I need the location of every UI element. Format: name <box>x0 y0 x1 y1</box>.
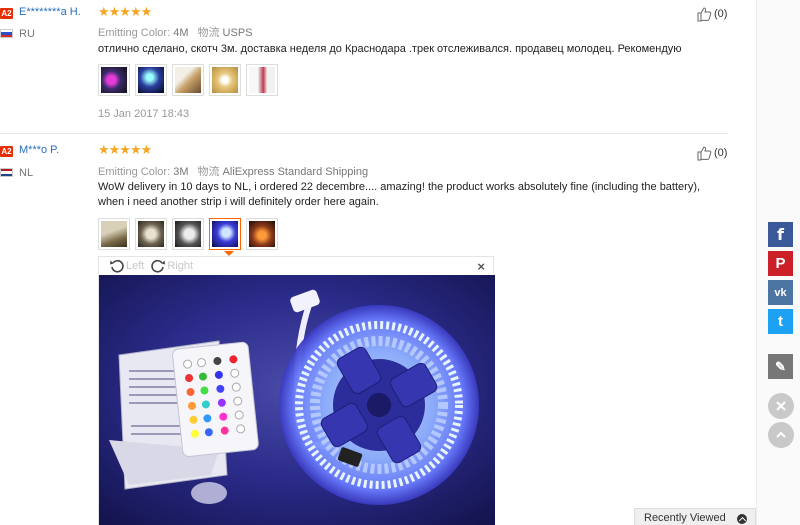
chevron-up-icon <box>737 514 747 524</box>
thumbs-up-icon <box>697 146 712 161</box>
review-photo-thumb[interactable] <box>246 218 278 250</box>
review-photos <box>98 64 278 96</box>
pinterest-icon: P <box>775 255 786 272</box>
back-to-top-button[interactable] <box>768 422 794 448</box>
review-photo-thumb-active[interactable] <box>209 218 241 250</box>
reviewer-country: NL <box>19 167 34 179</box>
review-photos <box>98 218 278 250</box>
review-photo-thumb[interactable] <box>98 218 130 250</box>
emitting-color-value: 3M <box>173 166 189 178</box>
review-meta: Emitting Color: 4M 物流 USPS <box>98 27 253 39</box>
viewer-close-button[interactable]: × <box>477 259 485 274</box>
review-photo-large <box>99 275 495 525</box>
review-photo-thumb[interactable] <box>98 64 130 96</box>
reviewer-country: RU <box>19 28 35 40</box>
vk-icon: vk <box>774 286 787 299</box>
star-rating: ★★★★★ <box>98 142 152 157</box>
review-photo-thumb[interactable] <box>172 218 204 250</box>
country-flag-icon <box>0 29 13 38</box>
helpful-button[interactable]: (0) <box>696 145 727 161</box>
facebook-icon: f <box>777 225 784 244</box>
close-icon <box>776 401 786 411</box>
share-toolbar: f P vk t ✎ <box>768 222 793 383</box>
close-float-button[interactable] <box>768 393 794 419</box>
shipping-method-value: USPS <box>222 27 253 39</box>
recently-viewed-label: Recently Viewed <box>644 512 726 524</box>
helpful-count: (0) <box>714 8 728 20</box>
helpful-count: (0) <box>714 147 728 159</box>
led-strip-photo <box>99 275 495 525</box>
review-text: отлично сделано, скотч 3м. доставка неде… <box>98 43 682 55</box>
rotate-left-button[interactable]: Left <box>109 258 144 274</box>
reviewer-name[interactable]: E********a H. <box>19 6 81 18</box>
rotate-left-icon <box>110 259 124 273</box>
facebook-share-button[interactable]: f <box>768 222 793 247</box>
review-date: 15 Jan 2017 18:43 <box>98 108 190 120</box>
recently-viewed-tab[interactable]: Recently Viewed <box>634 508 756 525</box>
shipping-method-value: AliExpress Standard Shipping <box>222 166 369 178</box>
chevron-up-icon <box>776 431 786 438</box>
country-flag-icon <box>0 168 13 177</box>
review-text: WoW delivery in 10 days to NL, i ordered… <box>98 181 701 208</box>
review-photo-thumb[interactable] <box>172 64 204 96</box>
rotate-right-label: Right <box>167 259 194 272</box>
buyer-level-badge: A2 <box>0 146 13 157</box>
pinterest-share-button[interactable]: P <box>768 251 793 276</box>
rotate-right-button[interactable]: Right <box>150 258 193 274</box>
review-photo-thumb[interactable] <box>135 218 167 250</box>
vk-share-button[interactable]: vk <box>768 280 793 305</box>
emitting-color-value: 4M <box>173 27 189 39</box>
twitter-icon: t <box>778 313 783 330</box>
review-meta: Emitting Color: 3M 物流 AliExpress Standard… <box>98 166 369 178</box>
rotate-right-icon <box>151 259 166 273</box>
buyer-level-badge: A2 <box>0 8 13 19</box>
reviewer-name[interactable]: M***o P. <box>19 144 59 156</box>
helpful-button[interactable]: (0) <box>696 6 727 22</box>
star-rating: ★★★★★ <box>98 4 152 19</box>
review-photo-thumb[interactable] <box>135 64 167 96</box>
twitter-share-button[interactable]: t <box>768 309 793 334</box>
feedback-button[interactable]: ✎ <box>768 354 793 379</box>
review-photo-thumb[interactable] <box>246 64 278 96</box>
edit-icon: ✎ <box>775 358 786 374</box>
rotate-left-label: Left <box>126 259 145 272</box>
review-item: A2 E********a H. RU ★★★★★ (0) Emitting C… <box>0 0 728 134</box>
thumbs-up-icon <box>697 7 712 22</box>
viewer-toolbar: Left Right × <box>99 257 493 274</box>
photo-viewer: Left Right × <box>98 256 495 525</box>
review-photo-thumb[interactable] <box>209 64 241 96</box>
